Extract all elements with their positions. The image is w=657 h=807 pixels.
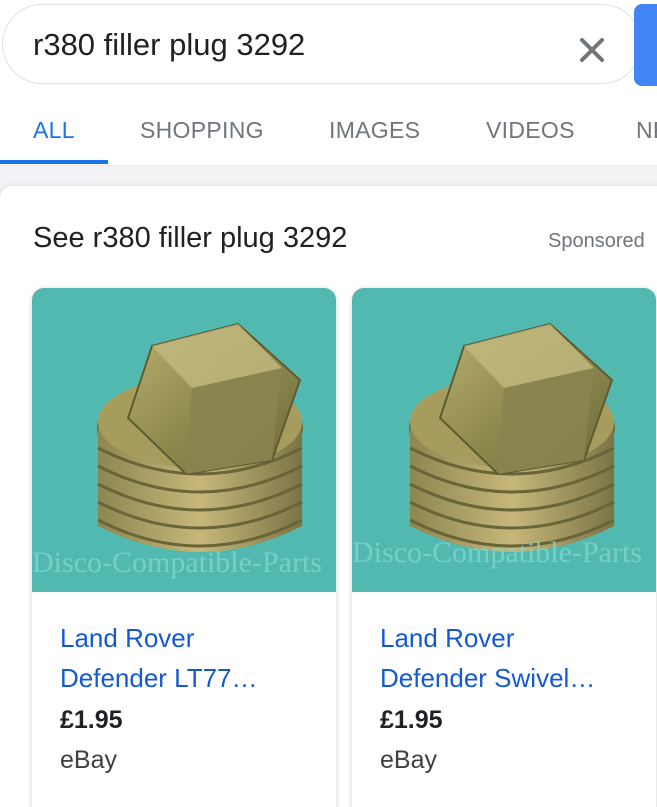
product-card[interactable]: Disco-Compatible-Parts Land Rover Defend… bbox=[32, 288, 336, 807]
product-card[interactable]: Disco-Compatible-Parts Land Rover Defend… bbox=[352, 288, 656, 807]
watermark-text: Disco-Compatible-Parts bbox=[352, 536, 642, 569]
product-title[interactable]: Land Rover Defender Swivel… bbox=[380, 618, 640, 698]
tab-all[interactable]: ALL bbox=[33, 96, 75, 164]
tab-images[interactable]: IMAGES bbox=[329, 96, 420, 164]
product-image[interactable]: Disco-Compatible-Parts bbox=[32, 288, 336, 592]
shopping-ads-title: See r380 filler plug 3292 bbox=[33, 222, 348, 254]
product-price: £1.95 bbox=[380, 706, 443, 734]
search-header: ALL SHOPPING IMAGES VIDEOS NE bbox=[0, 0, 657, 166]
close-icon bbox=[580, 38, 604, 62]
tab-shopping[interactable]: SHOPPING bbox=[140, 96, 264, 164]
product-price: £1.95 bbox=[60, 706, 123, 734]
search-box[interactable] bbox=[2, 4, 642, 84]
watermark-text: Disco-Compatible-Parts bbox=[32, 546, 322, 579]
sponsored-label: Sponsored bbox=[548, 230, 645, 252]
product-image[interactable]: Disco-Compatible-Parts bbox=[352, 288, 656, 592]
active-tab-indicator bbox=[0, 160, 108, 164]
product-title-line: Defender Swivel… bbox=[380, 663, 596, 693]
search-tabs: ALL SHOPPING IMAGES VIDEOS NE bbox=[0, 96, 657, 166]
product-title-line: Land Rover bbox=[380, 623, 515, 653]
tab-videos[interactable]: VIDEOS bbox=[486, 96, 575, 164]
search-input[interactable] bbox=[33, 23, 553, 67]
tab-news[interactable]: NE bbox=[636, 96, 657, 164]
product-seller: eBay bbox=[380, 746, 437, 774]
filler-plug-image: Disco-Compatible-Parts bbox=[352, 322, 642, 569]
shopping-ads-card: See r380 filler plug 3292 Sponsored Disc… bbox=[0, 186, 657, 807]
search-button[interactable] bbox=[634, 4, 657, 86]
product-seller: eBay bbox=[60, 746, 117, 774]
product-title-line: Land Rover bbox=[60, 623, 195, 653]
clear-search-button[interactable] bbox=[569, 29, 615, 73]
product-title-line: Defender LT77… bbox=[60, 663, 258, 693]
search-results-page: ALL SHOPPING IMAGES VIDEOS NE See r380 f… bbox=[0, 0, 657, 807]
filler-plug-image: Disco-Compatible-Parts bbox=[32, 322, 322, 579]
product-title[interactable]: Land Rover Defender LT77… bbox=[60, 618, 320, 698]
